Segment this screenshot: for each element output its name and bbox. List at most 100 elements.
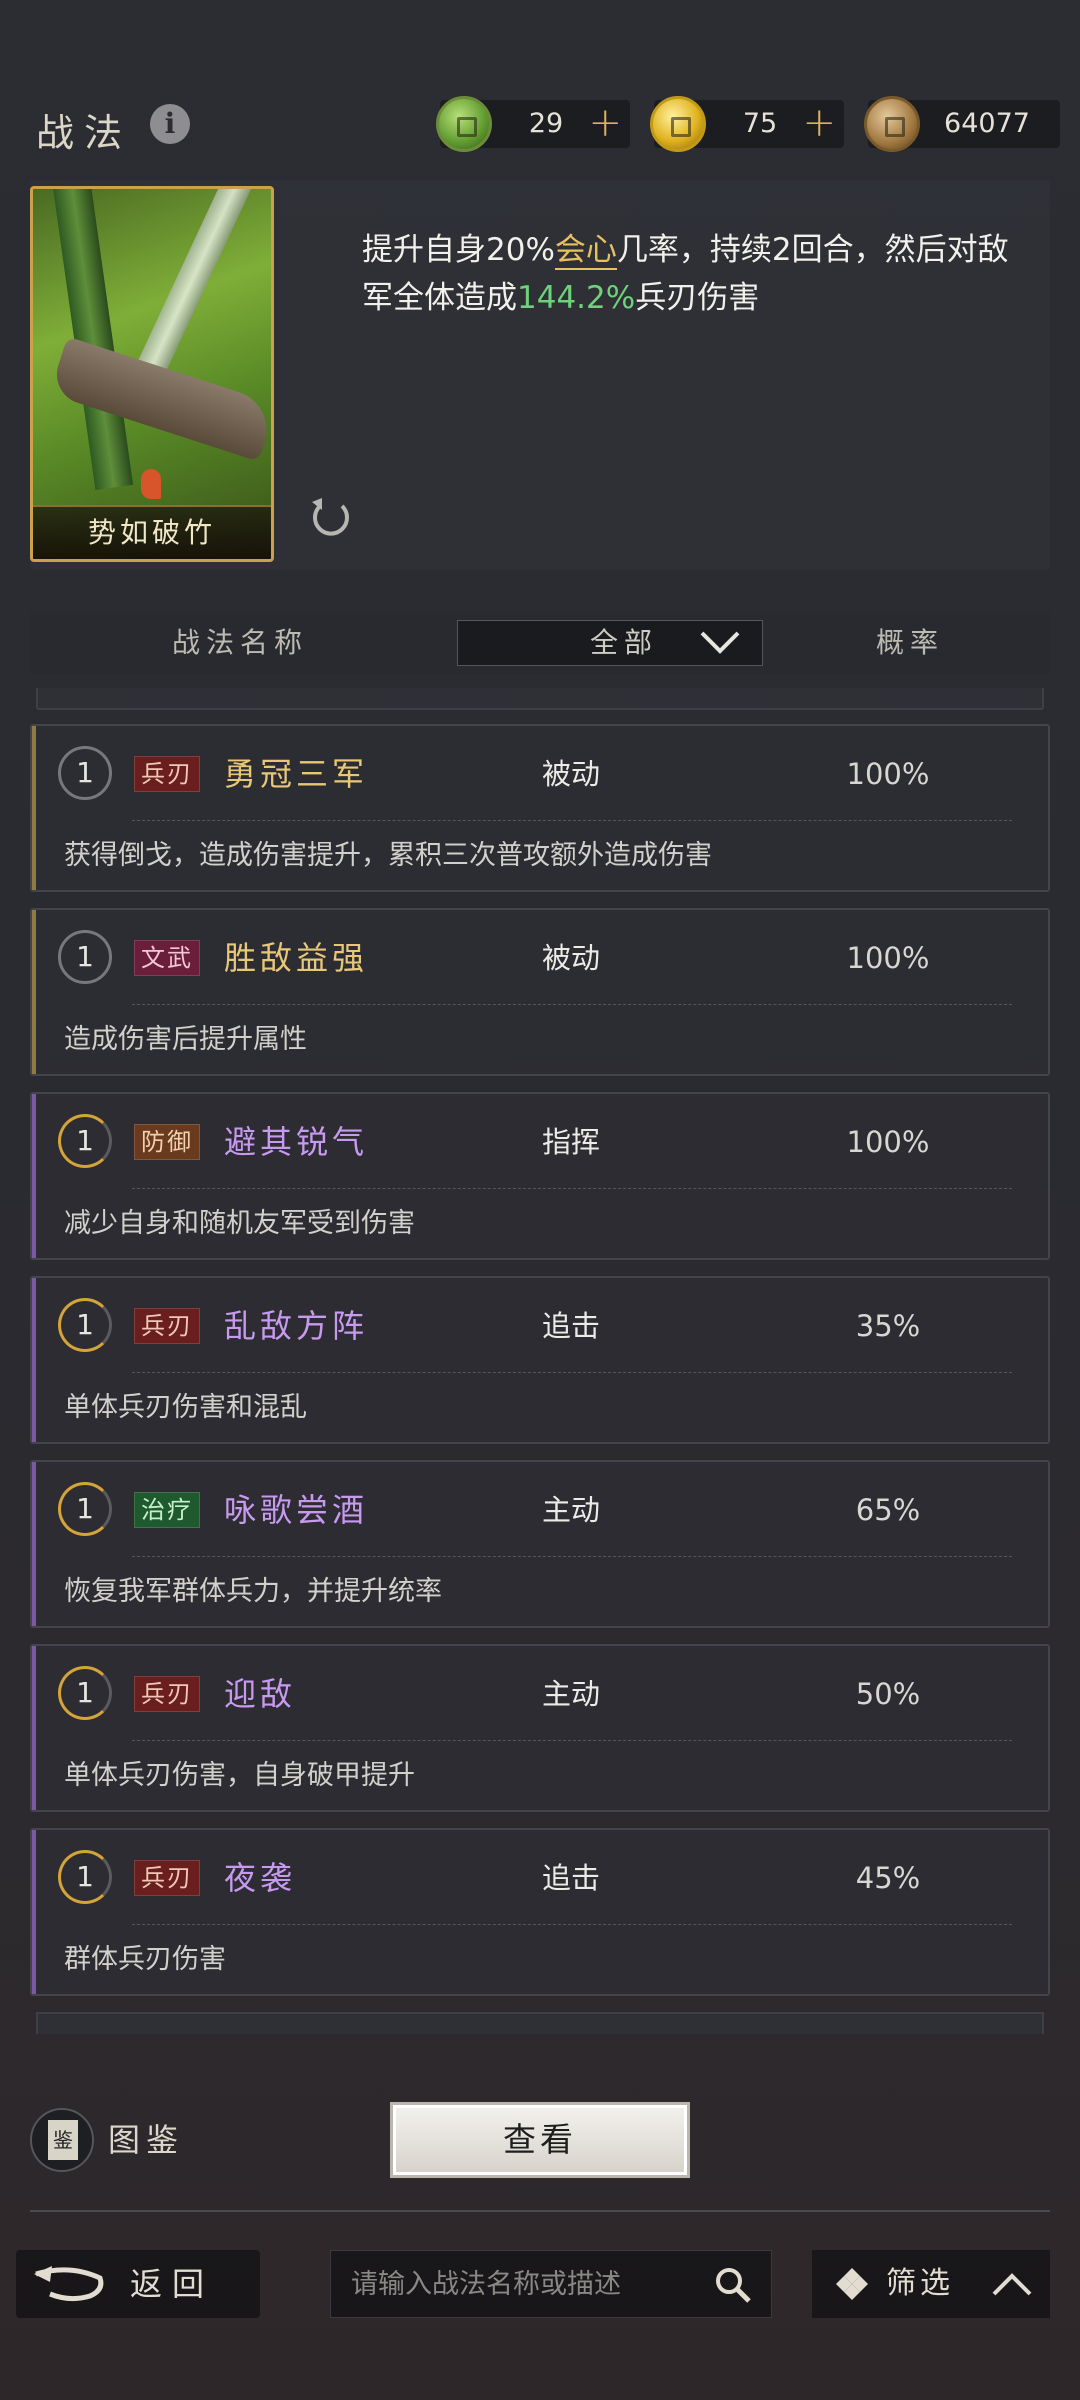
skill-row[interactable]: 1 兵刃 迎敌 主动 50% 单体兵刃伤害，自身破甲提升 xyxy=(30,1644,1050,1812)
skill-rate: 65% xyxy=(855,1493,921,1527)
add-gold-button[interactable]: + xyxy=(802,100,836,146)
skill-name: 避其锐气 xyxy=(224,1123,369,1161)
gold-coin-icon xyxy=(650,96,706,152)
search-input[interactable] xyxy=(351,2251,691,2317)
level-badge: 1 xyxy=(58,746,112,800)
skill-tag: 兵刃 xyxy=(134,1308,200,1344)
skill-tag: 防御 xyxy=(134,1124,200,1160)
skill-detail-panel: 势如破竹 提升自身20%会心几率，持续2回合，然后对敌军全体造成144.2%兵刃… xyxy=(30,180,1050,570)
back-button[interactable]: 返回 xyxy=(16,2250,260,2318)
skill-desc: 单体兵刃伤害和混乱 xyxy=(64,1392,307,1423)
chevron-down-icon xyxy=(700,631,740,654)
view-button[interactable]: 查看 xyxy=(390,2102,690,2178)
skill-name: 咏歌尝酒 xyxy=(224,1491,369,1529)
row-divider xyxy=(132,820,1012,821)
skill-tag: 治疗 xyxy=(134,1492,200,1528)
skill-desc: 减少自身和随机友军受到伤害 xyxy=(64,1208,415,1239)
row-divider xyxy=(132,1188,1012,1189)
desc-text-3: 兵刃伤害 xyxy=(635,280,760,316)
skill-desc: 造成伤害后提升属性 xyxy=(64,1024,307,1055)
card-name: 势如破竹 xyxy=(87,516,216,549)
desc-text-1: 提升自身20% xyxy=(362,232,555,268)
skill-name: 勇冠三军 xyxy=(224,755,369,793)
skill-row[interactable]: 1 文武 胜敌益强 被动 100% 造成伤害后提升属性 xyxy=(30,908,1050,1076)
add-jade-button[interactable]: + xyxy=(588,100,622,146)
currency-jade-value: 29 xyxy=(528,108,564,139)
jade-icon xyxy=(436,96,492,152)
row-divider xyxy=(132,1372,1012,1373)
list-top-edge xyxy=(36,688,1044,710)
skill-rate: 100% xyxy=(846,1125,930,1159)
top-bar: 战法 i 29 + 75 + 64077 xyxy=(0,96,1080,155)
skill-name: 迎敌 xyxy=(224,1675,297,1713)
column-header-rate: 概率 xyxy=(875,626,944,659)
skill-tag: 兵刃 xyxy=(134,1860,200,1896)
currency-copper: 64077 xyxy=(864,96,1060,152)
type-filter-value: 全部 xyxy=(589,626,658,659)
skill-row[interactable]: 1 防御 避其锐气 指挥 100% 减少自身和随机友军受到伤害 xyxy=(30,1092,1050,1260)
currency-jade: 29 + xyxy=(436,96,630,152)
skill-tag: 兵刃 xyxy=(134,756,200,792)
type-filter-dropdown[interactable]: 全部 xyxy=(457,620,763,666)
filter-icon xyxy=(836,2268,868,2300)
rarity-icon xyxy=(141,469,161,499)
page-title: 战法 xyxy=(36,111,133,155)
list-header: 战法名称 全部 概率 xyxy=(30,612,1050,674)
row-divider xyxy=(132,1556,1012,1557)
refresh-icon[interactable] xyxy=(308,494,354,540)
level-badge: 1 xyxy=(58,930,112,984)
skill-type: 主动 xyxy=(542,1677,601,1711)
row-divider xyxy=(132,1004,1012,1005)
row-divider xyxy=(132,1740,1012,1741)
skill-type: 被动 xyxy=(542,941,601,975)
skill-tag: 兵刃 xyxy=(134,1676,200,1712)
desc-highlight-value: 144.2% xyxy=(517,280,636,316)
search-box xyxy=(330,2250,772,2318)
level-badge: 1 xyxy=(58,1298,112,1352)
desc-highlight-crit[interactable]: 会心 xyxy=(554,232,617,270)
skill-desc: 单体兵刃伤害，自身破甲提升 xyxy=(64,1760,415,1791)
bottom-divider xyxy=(30,2210,1050,2212)
skill-row[interactable]: 1 兵刃 乱敌方阵 追击 35% 单体兵刃伤害和混乱 xyxy=(30,1276,1050,1444)
back-arrow-icon xyxy=(34,2266,104,2302)
search-icon[interactable] xyxy=(713,2265,753,2305)
skill-tag: 文武 xyxy=(134,940,200,976)
copper-coin-icon xyxy=(864,96,920,152)
skill-rate: 100% xyxy=(846,941,930,975)
skill-row[interactable]: 1 兵刃 夜袭 追击 45% 群体兵刃伤害 xyxy=(30,1828,1050,1996)
skill-rate: 35% xyxy=(855,1309,921,1343)
column-header-name: 战法名称 xyxy=(171,626,308,659)
skill-rate: 45% xyxy=(855,1861,921,1895)
level-badge: 1 xyxy=(58,1482,112,1536)
skill-row[interactable]: 1 兵刃 勇冠三军 被动 100% 获得倒戈，造成伤害提升，累积三次普攻额外造成… xyxy=(30,724,1050,892)
skill-row[interactable]: 1 治疗 咏歌尝酒 主动 65% 恢复我军群体兵力，并提升统率 xyxy=(30,1460,1050,1628)
skill-desc: 群体兵刃伤害 xyxy=(64,1944,226,1975)
filter-button[interactable]: 筛选 xyxy=(812,2250,1050,2318)
level-badge: 1 xyxy=(58,1114,112,1168)
currency-copper-value: 64077 xyxy=(944,108,1030,139)
currency-gold-value: 75 xyxy=(742,108,778,139)
skill-list[interactable]: 1 兵刃 勇冠三军 被动 100% 获得倒戈，造成伤害提升，累积三次普攻额外造成… xyxy=(30,688,1050,2034)
skill-type: 追击 xyxy=(542,1309,601,1343)
card-art-bamboo xyxy=(50,189,134,491)
level-badge: 1 xyxy=(58,1850,112,1904)
atlas-icon xyxy=(30,2108,94,2172)
filter-label: 筛选 xyxy=(886,2266,954,2301)
card-name-plate: 势如破竹 xyxy=(33,505,271,559)
skill-card[interactable]: 势如破竹 xyxy=(30,186,274,562)
skill-type: 指挥 xyxy=(542,1125,601,1159)
skill-name: 胜敌益强 xyxy=(224,939,369,977)
atlas-label: 图鉴 xyxy=(108,2121,185,2159)
info-icon[interactable]: i xyxy=(150,104,190,144)
row-divider xyxy=(132,1924,1012,1925)
list-next-row-peek xyxy=(36,2012,1044,2034)
skill-desc: 恢复我军群体兵力，并提升统率 xyxy=(64,1576,442,1607)
skill-rate: 50% xyxy=(855,1677,921,1711)
skill-type: 被动 xyxy=(542,757,601,791)
level-badge: 1 xyxy=(58,1666,112,1720)
skill-rate: 100% xyxy=(846,757,930,791)
skill-name: 乱敌方阵 xyxy=(224,1307,369,1345)
chevron-up-icon[interactable] xyxy=(992,2272,1032,2296)
skill-type: 追击 xyxy=(542,1861,601,1895)
back-label: 返回 xyxy=(130,2265,215,2303)
